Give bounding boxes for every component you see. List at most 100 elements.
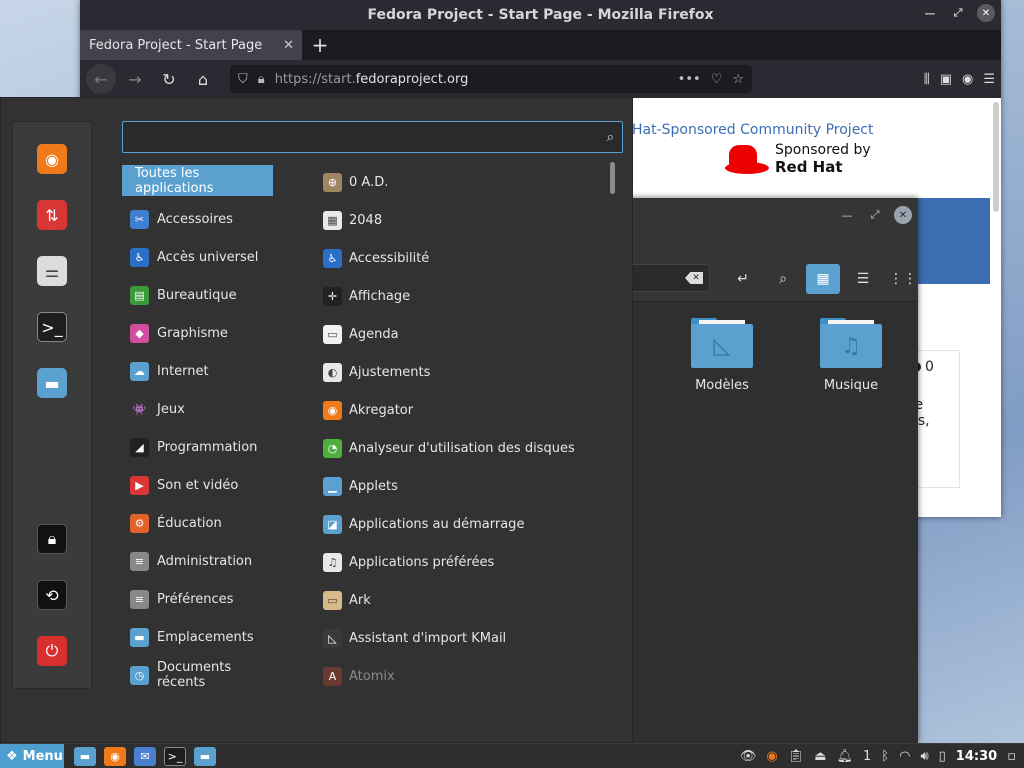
app-item[interactable]: ✛ Affichage <box>315 277 605 315</box>
list-view-button[interactable]: ☰ <box>846 264 880 294</box>
settings-toggle-icon[interactable]: ⚌ <box>37 256 67 286</box>
app-item[interactable]: ◉ Akregator <box>315 391 605 429</box>
more-actions-icon[interactable]: ••• <box>678 72 701 87</box>
tab-fedora-start[interactable]: Fedora Project - Start Page ✕ <box>80 30 302 60</box>
category-item[interactable]: 👾 Jeux <box>122 390 282 428</box>
notifications-icon[interactable]: 🔔︎ <box>836 749 853 764</box>
redhat-logo[interactable]: Sponsored by Red Hat <box>725 142 871 177</box>
shield-icon[interactable]: ⛉ <box>238 72 248 87</box>
app-item[interactable]: ♿ Accessibilité <box>315 239 605 277</box>
app-item[interactable]: ◪ Applications au démarrage <box>315 505 605 543</box>
page-scrollbar[interactable] <box>993 102 999 212</box>
power-icon[interactable]: ⏻ <box>37 636 67 666</box>
sponsor-heading[interactable]: Hat-Sponsored Community Project <box>632 122 874 138</box>
removable-drive-icon[interactable]: ⏏ <box>814 749 826 764</box>
clipboard-icon[interactable]: 📋︎ <box>788 749 805 764</box>
category-item[interactable]: Toutes les applications <box>122 165 273 196</box>
fm-minimize-button[interactable]: — <box>838 206 856 224</box>
category-item[interactable]: ▤ Bureautique <box>122 276 282 314</box>
show-desktop-icon[interactable]: ▬ <box>74 746 96 766</box>
fm-maximize-button[interactable]: ⤢ <box>866 206 884 224</box>
new-tab-button[interactable]: + <box>302 30 338 60</box>
pocket-icon[interactable]: ♡ <box>711 72 723 87</box>
bookmark-star-icon[interactable]: ☆ <box>732 72 744 87</box>
firefox-launcher-icon[interactable]: ◉ <box>104 746 126 766</box>
app-item[interactable]: ▭ Ark <box>315 581 605 619</box>
app-item[interactable]: ♫ Applications préférées <box>315 543 605 581</box>
category-item[interactable]: ▶ Son et vidéo <box>122 466 282 504</box>
bluetooth-icon[interactable]: ᛒ <box>881 749 889 764</box>
menu-search-input[interactable]: ⌕ <box>122 121 623 153</box>
folder-modeles[interactable]: ◺ <box>691 318 753 370</box>
app-icon: ▦ <box>323 210 342 230</box>
home-button[interactable]: ⌂ <box>188 64 218 94</box>
menu-button[interactable]: ❖ Menu <box>0 743 64 768</box>
compact-view-button[interactable]: ⋮⋮ <box>886 264 920 294</box>
volume-icon[interactable]: 🔊︎ <box>920 749 928 764</box>
forward-button[interactable]: → <box>120 64 150 94</box>
lock-icon[interactable]: 🔒︎ <box>258 72 265 87</box>
library-icon[interactable]: ⫼ <box>924 72 930 87</box>
fm-close-button[interactable]: ✕ <box>894 206 912 224</box>
url-text[interactable]: https://start.fedoraproject.org <box>275 72 668 87</box>
app-item[interactable]: ◺ Assistant d'import KMail <box>315 619 605 657</box>
url-bar[interactable]: ⛉ 🔒︎ https://start.fedoraproject.org •••… <box>230 65 752 93</box>
software-manager-icon[interactable]: ⇅ <box>37 200 67 230</box>
files-folder-icon[interactable]: ▬ <box>37 368 67 398</box>
lock-screen-icon[interactable]: 🔒︎ <box>37 524 67 554</box>
clear-search-icon[interactable]: ✕ <box>685 272 703 284</box>
category-icon: ▤ <box>130 285 149 305</box>
folder-label-modeles[interactable]: Modèles <box>667 378 777 393</box>
app-item[interactable]: ◔ Analyseur d'utilisation des disques <box>315 429 605 467</box>
firefox-icon[interactable]: ◉ <box>37 144 67 174</box>
category-item[interactable]: ✂ Accessoires <box>122 200 282 238</box>
terminal-launcher-icon[interactable]: >_ <box>164 746 186 766</box>
mail-launcher-icon[interactable]: ✉ <box>134 746 156 766</box>
category-item[interactable]: ≡ Préférences <box>122 580 282 618</box>
category-icon: ≡ <box>130 589 149 609</box>
maximize-button[interactable]: ⤢ <box>949 4 967 22</box>
minimize-button[interactable]: — <box>921 4 939 22</box>
path-jump-icon[interactable]: ↵ <box>726 264 760 294</box>
notification-count[interactable]: 1 <box>863 749 871 764</box>
app-item[interactable]: ⊕ 0 A.D. <box>315 163 605 201</box>
app-item[interactable]: A Atomix <box>315 657 605 695</box>
category-item[interactable]: ⚙ Éducation <box>122 504 282 542</box>
battery-icon[interactable]: ▯ <box>939 749 946 764</box>
icon-view-button[interactable]: ▦ <box>806 264 840 294</box>
files-launcher-icon[interactable]: ▬ <box>194 746 216 766</box>
app-item[interactable]: ▭ Agenda <box>315 315 605 353</box>
close-button[interactable]: ✕ <box>977 4 995 22</box>
logout-icon[interactable]: ⟲ <box>37 580 67 610</box>
folder-label-musique[interactable]: Musique <box>796 378 906 393</box>
category-item[interactable]: ☁ Internet <box>122 352 282 390</box>
firefox-titlebar[interactable]: Fedora Project - Start Page - Mozilla Fi… <box>80 0 1001 30</box>
category-label: Internet <box>157 363 209 379</box>
category-item[interactable]: ◆ Graphisme <box>122 314 282 352</box>
category-item[interactable]: ▬ Emplacements <box>122 618 282 656</box>
tab-close-icon[interactable]: ✕ <box>283 38 294 53</box>
reload-button[interactable]: ↻ <box>154 64 184 94</box>
app-item[interactable]: ◐ Ajustements <box>315 353 605 391</box>
network-icon[interactable]: ◠ <box>899 749 910 764</box>
category-item[interactable]: ◢ Programmation <box>122 428 282 466</box>
account-icon[interactable]: ◉ <box>962 72 973 87</box>
terminal-icon[interactable]: >_ <box>37 312 67 342</box>
card-count: 0 <box>925 359 934 375</box>
folder-musique[interactable]: ♫ <box>820 318 882 370</box>
eye-icon[interactable]: 👁︎ <box>740 749 757 764</box>
hamburger-menu-icon[interactable]: ☰ <box>983 72 995 87</box>
category-item[interactable]: ◷ Documents récents <box>122 656 282 694</box>
app-item[interactable]: ▦ 2048 <box>315 201 605 239</box>
workspace-icon[interactable]: ▫ <box>1007 749 1016 764</box>
app-item[interactable]: ▁ Applets <box>315 467 605 505</box>
fm-search-icon[interactable]: ⌕ <box>766 264 800 294</box>
app-list-scrollbar[interactable] <box>610 162 615 194</box>
category-item[interactable]: ≡ Administration <box>122 542 282 580</box>
back-button[interactable]: ← <box>86 64 116 94</box>
category-icon: ≡ <box>130 551 149 571</box>
clock[interactable]: 14:30 <box>956 749 997 764</box>
update-manager-icon[interactable]: ◉ <box>766 749 777 764</box>
sidebar-icon[interactable]: ▣ <box>940 72 952 87</box>
category-item[interactable]: ♿ Accès universel <box>122 238 282 276</box>
